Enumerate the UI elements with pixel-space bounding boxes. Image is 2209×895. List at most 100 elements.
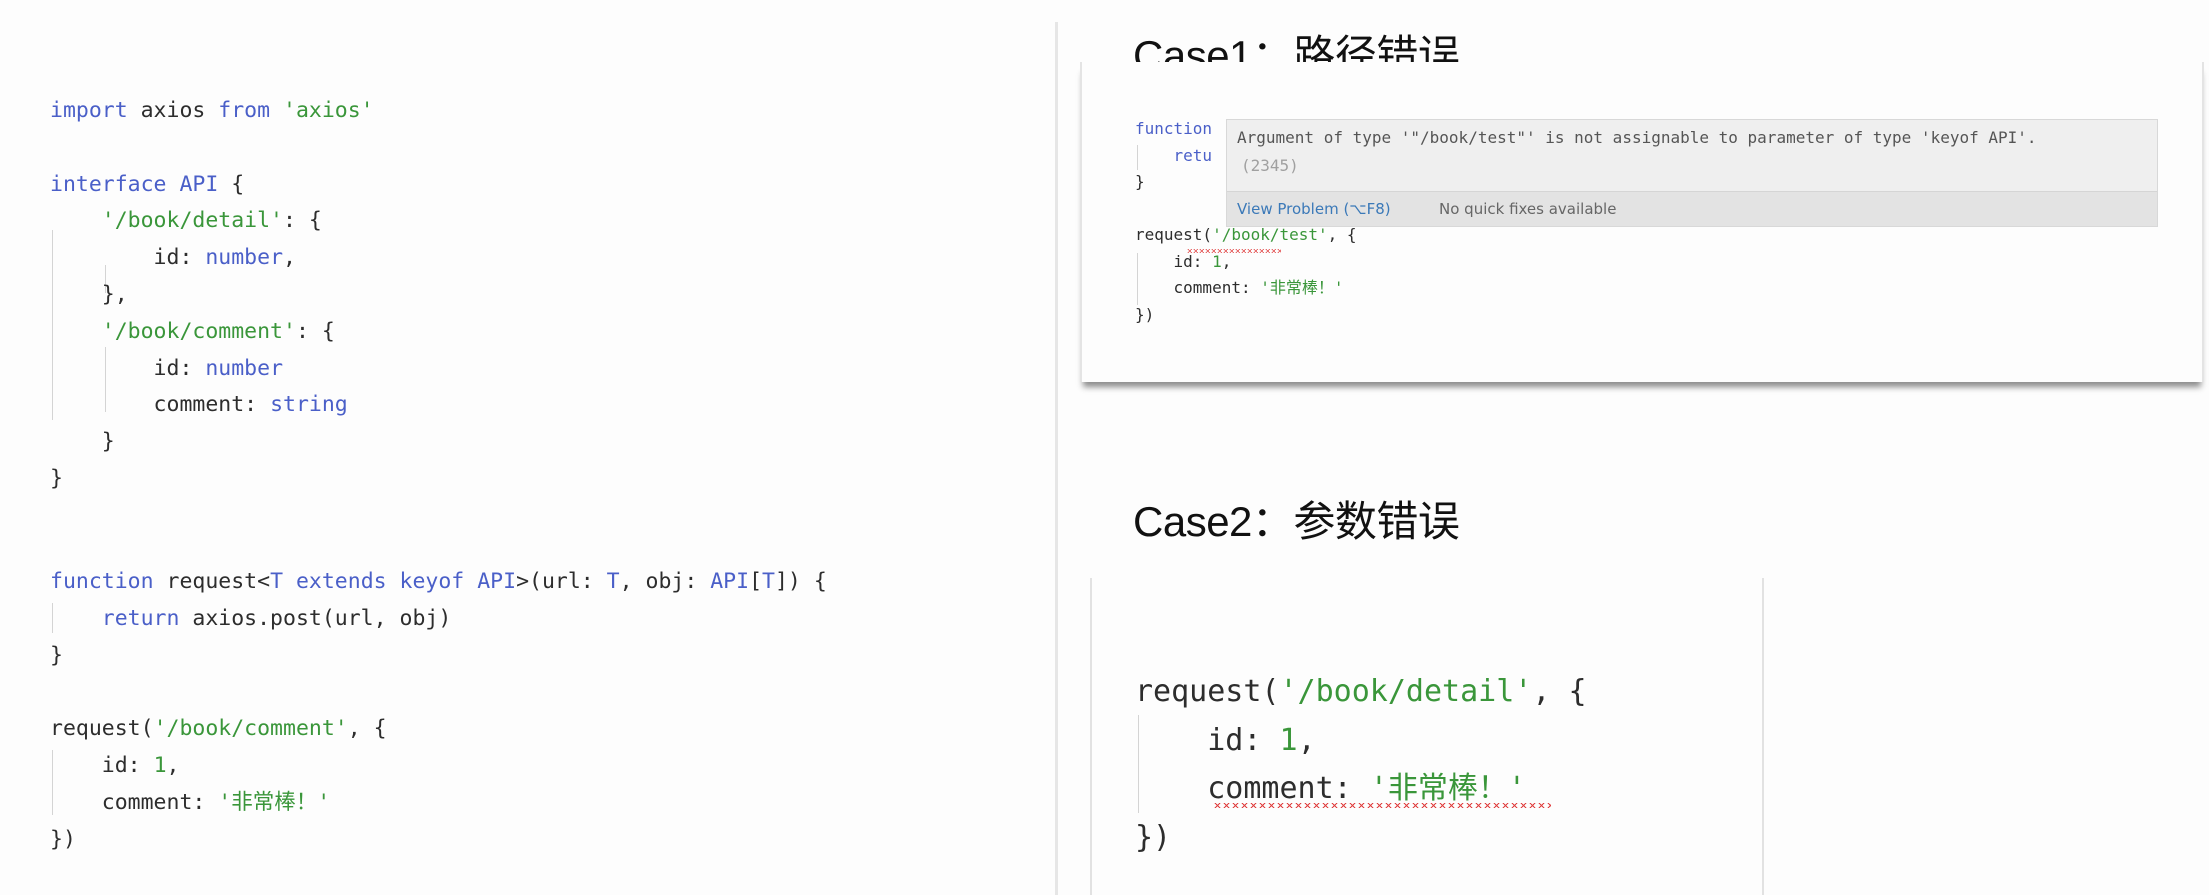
code-line: },	[50, 277, 374, 314]
case2-code[interactable]: request('/book/detail', { id: 1, comment…	[1135, 668, 1587, 862]
code-line: comment: '非常棒！'	[50, 785, 827, 822]
keyword-token: interface	[50, 171, 167, 197]
code-token: request<	[153, 569, 271, 594]
keyword-token: T	[762, 569, 775, 594]
string-token: '非常棒！'	[218, 789, 331, 815]
code-line: function request<T extends keyof API>(ur…	[50, 564, 827, 601]
code-token: }	[50, 465, 63, 491]
code-token: axios.post(url, obj)	[179, 605, 452, 631]
keyword-token: API	[179, 171, 219, 197]
no-quick-fixes-label: No quick fixes available	[1439, 200, 1617, 218]
code-token: {	[218, 171, 245, 197]
string-token: '/book/comment'	[153, 716, 348, 742]
code-token: [	[749, 569, 763, 594]
keyword-token: string	[270, 392, 348, 418]
code-token: request(	[1135, 225, 1213, 244]
keyword-token: API	[710, 569, 750, 594]
code-line: }	[50, 638, 827, 675]
code-token: ]) {	[774, 569, 827, 594]
code-token: request(	[1135, 674, 1280, 709]
code-line: import axios from 'axios'	[50, 93, 374, 130]
keyword-token: number	[205, 245, 284, 271]
tooltip-actions: View Problem (⌥F8) No quick fixes availa…	[1227, 191, 2157, 226]
code-token: : {	[283, 208, 322, 234]
string-token: 'axios'	[283, 98, 374, 123]
code-line: })	[50, 822, 827, 859]
keyword-token: function	[1135, 119, 1213, 138]
code-token: ,	[1221, 251, 1232, 271]
code-line: comment: string	[50, 387, 374, 424]
code-line: id: number	[50, 351, 374, 388]
keyword-token: T	[606, 569, 620, 594]
code-token: id:	[1135, 722, 1280, 758]
code-token: }	[50, 642, 63, 668]
code-line: }	[50, 424, 374, 461]
code-token: })	[1135, 819, 1172, 855]
code-token: comment:	[1135, 278, 1261, 297]
code-block-request[interactable]: function request<T extends keyof API>(ur…	[50, 564, 827, 858]
code-token: , {	[1327, 225, 1357, 244]
code-token: comment:	[50, 392, 271, 418]
code-line: id: 1,	[1135, 717, 1587, 766]
code-block-interface[interactable]: import axios from 'axios' interface API …	[50, 93, 374, 498]
keyword-token: keyof	[399, 569, 465, 594]
code-token: axios	[127, 98, 219, 123]
error-message: Argument of type '"/book/test"' is not a…	[1237, 128, 2037, 147]
code-line: id: number,	[50, 240, 374, 277]
code-token: }	[50, 429, 115, 455]
code-token: comment:	[1135, 771, 1370, 806]
code-token: comment:	[50, 789, 219, 815]
code-line: comment: '非常棒！'	[1135, 275, 1357, 302]
number-token: 1	[1212, 251, 1222, 271]
error-squiggle	[1213, 803, 1551, 808]
string-token: '/book/comment'	[101, 318, 296, 344]
keyword-token: function	[50, 569, 154, 594]
code-token: id:	[50, 355, 206, 381]
number-token: 1	[1279, 722, 1298, 758]
code-token: },	[50, 281, 128, 307]
string-token: '/book/detail'	[101, 208, 283, 234]
code-token: id:	[50, 752, 154, 778]
code-token: ,	[1297, 722, 1316, 758]
string-token: '/book/detail'	[1279, 674, 1533, 709]
keyword-token: from	[218, 98, 271, 123]
panel-divider	[1055, 22, 1058, 895]
code-token: ,	[283, 245, 296, 271]
code-token: })	[1135, 304, 1155, 324]
code-token: >(url:	[516, 569, 607, 594]
code-token: , obj:	[619, 569, 711, 594]
case2-title: Case2：参数错误	[1133, 498, 1460, 545]
error-code: (2345)	[1241, 156, 1299, 175]
code-token: , {	[347, 716, 387, 742]
keyword-token: import	[50, 98, 128, 123]
keyword-token: API	[477, 569, 517, 594]
code-line: request('/book/comment', {	[50, 711, 827, 748]
code-token: id:	[1135, 251, 1213, 271]
code-line: })	[1135, 814, 1587, 863]
string-token: '非常棒！'	[1260, 278, 1344, 297]
view-problem-link[interactable]: View Problem (⌥F8)	[1237, 200, 1391, 218]
keyword-token: retu	[1173, 145, 1213, 165]
code-line: '/book/comment': {	[50, 314, 374, 351]
code-token: ,	[166, 752, 180, 778]
code-token: }	[1135, 172, 1145, 191]
code-token: request(	[50, 716, 154, 742]
keyword-token: extends	[295, 569, 387, 594]
code-line: return axios.post(url, obj)	[50, 601, 827, 638]
code-token: : {	[295, 318, 335, 344]
string-token: '非常棒！'	[1369, 771, 1526, 806]
keyword-token: return	[101, 605, 180, 631]
code-line: '/book/detail': {	[50, 203, 374, 240]
code-line: })	[1135, 302, 1357, 329]
